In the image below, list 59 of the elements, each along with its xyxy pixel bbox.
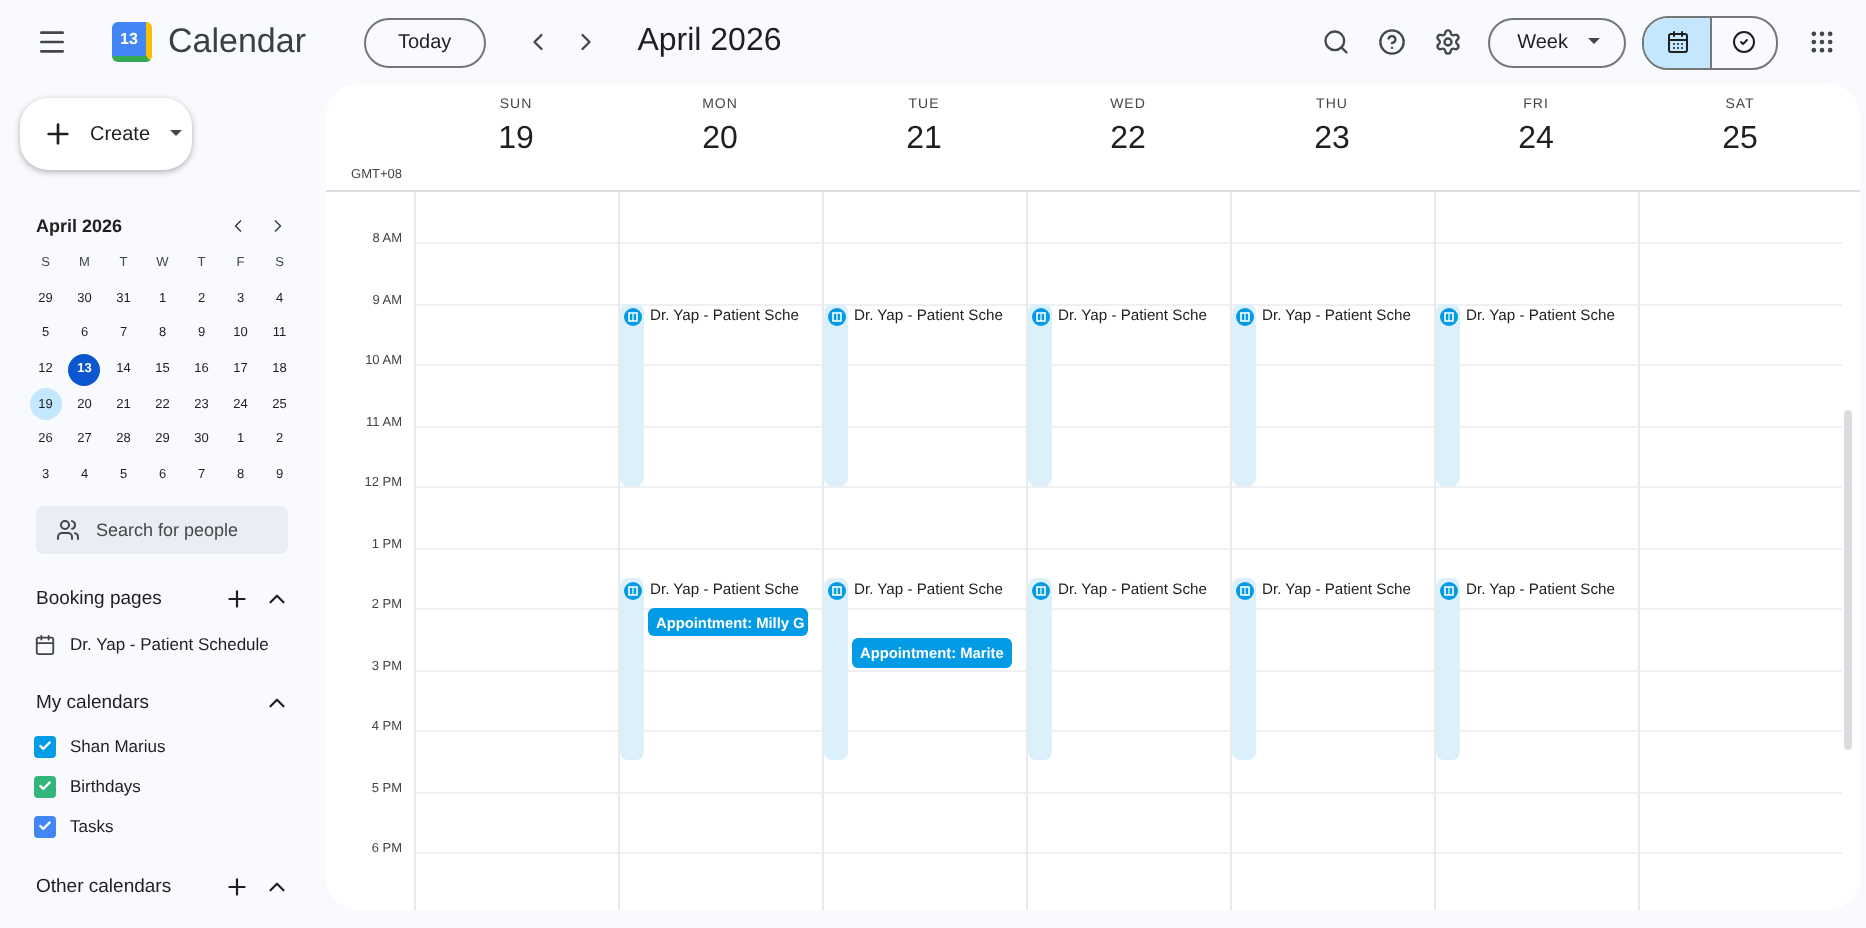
booking-slot[interactable]: [1028, 577, 1052, 761]
date-number[interactable]: 19: [498, 122, 534, 158]
date-number[interactable]: 21: [906, 122, 942, 158]
current-period: April 2026: [637, 24, 782, 60]
calendar-icon: [827, 581, 845, 600]
section-title: My calendars: [36, 691, 151, 714]
calendar-name: Tasks: [70, 816, 114, 837]
calendar-icon: [1439, 307, 1457, 325]
check-icon: [38, 738, 52, 755]
booking-slot[interactable]: [824, 577, 848, 761]
today-button[interactable]: Today: [364, 17, 486, 67]
section-title: Other calendars: [36, 875, 174, 898]
date-number[interactable]: 24: [1518, 122, 1554, 158]
calendar-logo: 13: [112, 22, 152, 62]
calendar-view-toggle[interactable]: [1644, 17, 1710, 67]
calendar-name: Birthdays: [70, 776, 141, 797]
calendar-icon: [34, 633, 56, 656]
scrollbar[interactable]: [1844, 410, 1852, 750]
mini-calendar-title: April 2026: [36, 216, 125, 236]
calendar-checkbox[interactable]: [34, 815, 56, 838]
calendar-checkbox[interactable]: [34, 735, 56, 758]
booking-slot[interactable]: [1436, 577, 1460, 761]
calendar-icon: [1235, 307, 1253, 325]
check-icon: [38, 818, 52, 835]
booking-slot[interactable]: [1436, 303, 1460, 486]
check-circle-icon: [1732, 30, 1756, 54]
booking-slot[interactable]: [620, 303, 644, 486]
view-dropdown[interactable]: Week: [1487, 17, 1626, 67]
app-name: Calendar: [168, 22, 308, 62]
date-number[interactable]: 23: [1314, 122, 1350, 158]
booking-page-link[interactable]: Dr. Yap - Patient Schedule: [70, 634, 269, 655]
calendar-name: Shan Marius: [70, 736, 166, 757]
booking-slot[interactable]: [1028, 303, 1052, 486]
calendar-icon: [1031, 581, 1049, 600]
create-button[interactable]: Create: [20, 98, 192, 170]
check-icon: [38, 778, 52, 795]
add-icon[interactable]: [222, 872, 250, 901]
calendar-icon: [827, 307, 845, 325]
caret-icon: [1588, 38, 1600, 46]
people-icon: [56, 518, 80, 543]
calendar-icon: [623, 581, 641, 600]
date-number[interactable]: 20: [702, 122, 738, 158]
calendar-icon: [623, 307, 641, 325]
calendar-icon: [1439, 581, 1457, 600]
calendar-icon: [1665, 30, 1689, 54]
booking-slot[interactable]: [620, 577, 644, 761]
calendar-checkbox[interactable]: [34, 775, 56, 798]
booking-slot[interactable]: [1232, 303, 1256, 486]
plus-icon: [42, 118, 74, 150]
booking-slot[interactable]: [824, 303, 848, 486]
calendar-icon: [1031, 307, 1049, 325]
section-title: Booking pages: [36, 587, 164, 610]
booking-slot[interactable]: [1232, 577, 1256, 761]
caret-icon: [170, 130, 183, 138]
calendar-icon: [1235, 581, 1253, 600]
add-icon[interactable]: [222, 584, 250, 613]
date-number[interactable]: 22: [1110, 122, 1146, 158]
date-number[interactable]: 25: [1722, 122, 1758, 158]
people-search-field[interactable]: Search for people: [36, 506, 288, 555]
